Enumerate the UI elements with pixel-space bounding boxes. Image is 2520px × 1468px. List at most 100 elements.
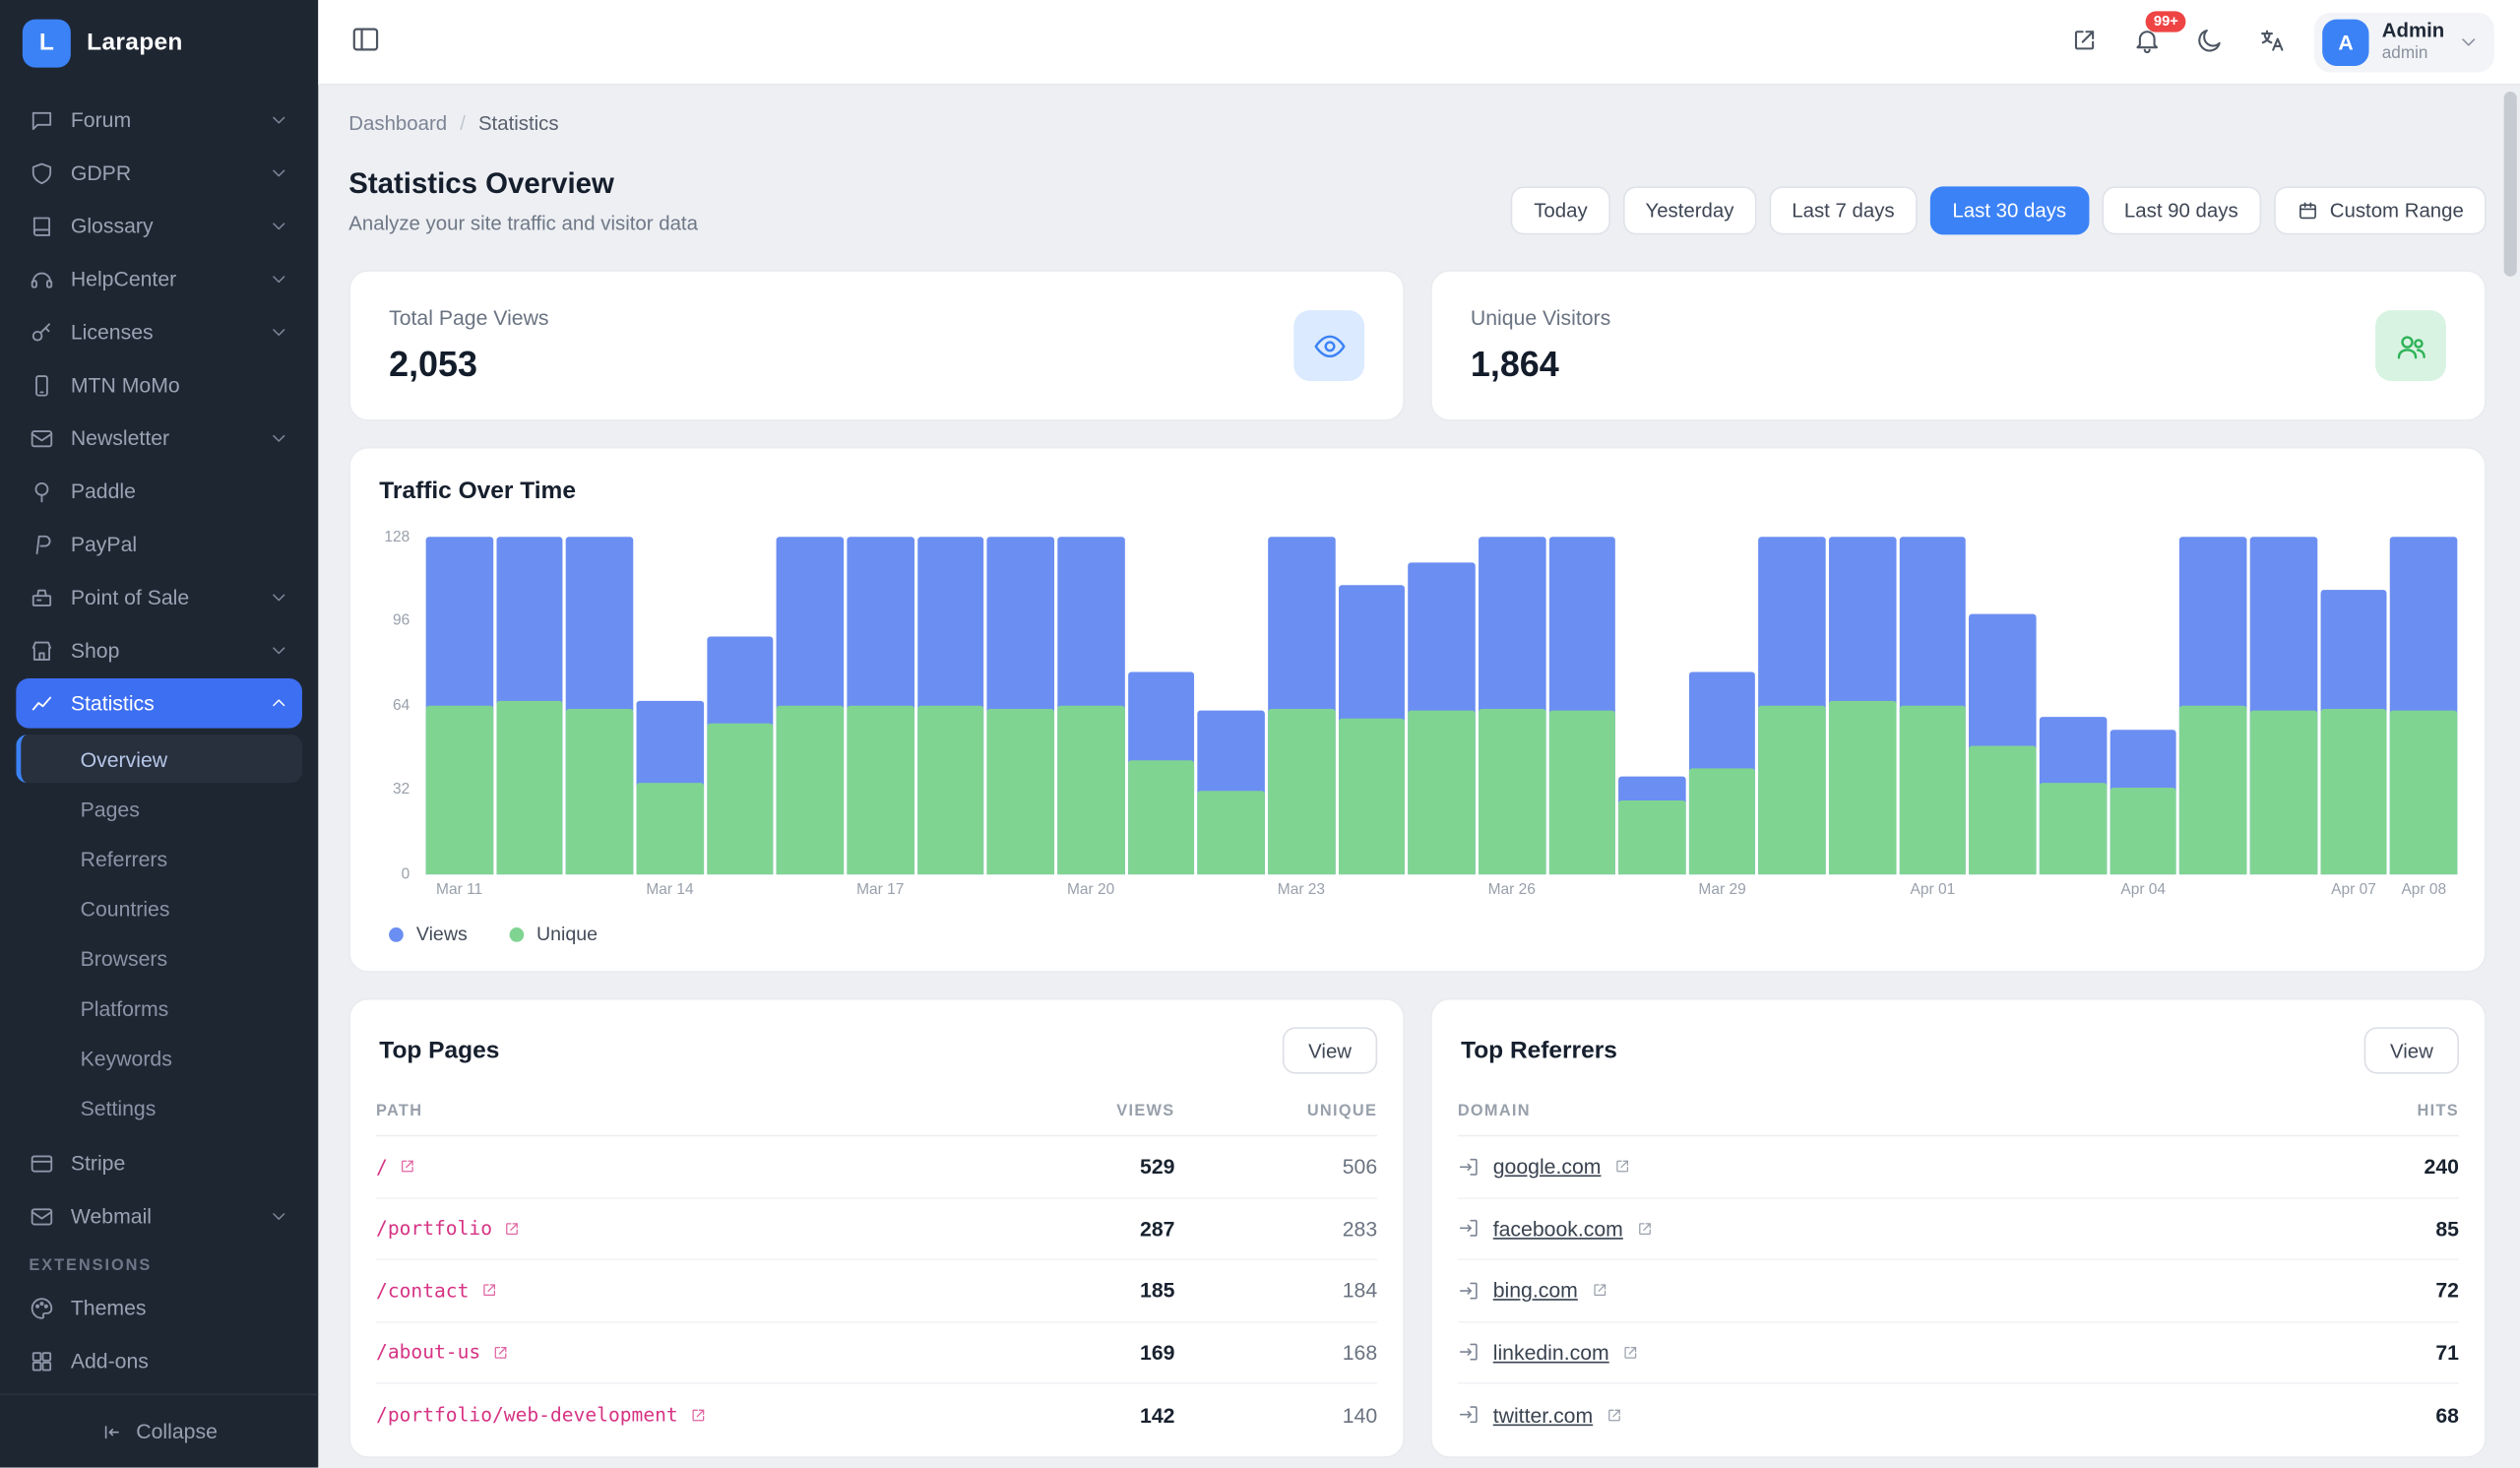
chart-bar-group[interactable] (1127, 537, 1194, 874)
sidebar-item-point-of-sale[interactable]: Point of Sale (16, 572, 302, 622)
chevron-down-icon (269, 162, 289, 183)
chart-bar-group[interactable] (2040, 537, 2107, 874)
brand[interactable]: L Larapen (0, 0, 318, 86)
referrer-domain-link[interactable]: linkedin.com (1493, 1340, 1609, 1364)
chart-bar-group[interactable] (2320, 537, 2387, 874)
range-button-yesterday[interactable]: Yesterday (1623, 186, 1757, 234)
chart-bar-group[interactable] (1689, 537, 1756, 874)
chart-bar-group[interactable] (2180, 537, 2247, 874)
sidebar-item-licenses[interactable]: Licenses (16, 307, 302, 357)
dark-mode-button[interactable] (2189, 19, 2231, 65)
referrer-domain-link[interactable]: bing.com (1493, 1278, 1578, 1302)
scrollbar-thumb[interactable] (2504, 92, 2517, 277)
sidebar-subitem-keywords[interactable]: Keywords (16, 1034, 302, 1082)
sidebar-item-themes[interactable]: Themes (16, 1283, 302, 1333)
chart-bar-group[interactable] (847, 537, 914, 874)
table-row: /portfolio287283 (376, 1198, 1377, 1260)
chart-bar-group[interactable] (636, 537, 703, 874)
sidebar-item-newsletter[interactable]: Newsletter (16, 414, 302, 464)
user-menu[interactable]: A Admin admin (2314, 12, 2494, 71)
sidebar-item-gdpr[interactable]: GDPR (16, 148, 302, 198)
chart-bar-group[interactable] (1548, 537, 1615, 874)
chart-bar-group[interactable] (1970, 537, 2037, 874)
sidebar-item-paypal[interactable]: PayPal (16, 519, 302, 569)
sidebar-subitem-countries[interactable]: Countries (16, 884, 302, 932)
page-path-link[interactable]: /about-us (376, 1341, 1006, 1364)
sidebar-item-label: Themes (71, 1296, 147, 1319)
referrer-domain-link[interactable]: facebook.com (1493, 1217, 1623, 1241)
chart-bar-group[interactable] (496, 537, 563, 874)
sidebar-toggle-button[interactable] (344, 18, 387, 66)
stat-text: Total Page Views2,053 (389, 305, 548, 386)
referrer-external-link[interactable] (1591, 1282, 1608, 1300)
referrer-domain-link[interactable]: google.com (1493, 1155, 1602, 1179)
chart-bar-group[interactable] (1409, 537, 1476, 874)
sidebar-subitem-pages[interactable]: Pages (16, 785, 302, 833)
chart-bar-group[interactable] (1618, 537, 1685, 874)
range-button-custom-range[interactable]: Custom Range (2274, 186, 2487, 234)
top-pages-view-button[interactable]: View (1283, 1027, 1377, 1073)
chart-bar-group[interactable] (2110, 537, 2176, 874)
sidebar-subitem-browsers[interactable]: Browsers (16, 934, 302, 983)
chart-bar-group[interactable] (1479, 537, 1545, 874)
page-path-link[interactable]: / (376, 1155, 1006, 1178)
chart-bar-group[interactable] (1057, 537, 1124, 874)
notifications-button[interactable]: 99+ (2126, 19, 2168, 65)
collapse-button[interactable]: Collapse (0, 1394, 318, 1468)
sidebar-item-statistics[interactable]: Statistics (16, 678, 302, 729)
open-site-button[interactable] (2064, 19, 2106, 65)
page-path-link[interactable]: /contact (376, 1279, 1006, 1302)
page-path-link[interactable]: /portfolio/web-development (376, 1404, 1006, 1427)
sidebar-item-glossary[interactable]: Glossary (16, 201, 302, 251)
unique-bar (1548, 711, 1615, 874)
unique-bar (1970, 745, 2037, 874)
range-button-last-90-days[interactable]: Last 90 days (2102, 186, 2260, 234)
table-row: /about-us169168 (376, 1322, 1377, 1384)
referrer-external-link[interactable] (1614, 1158, 1632, 1176)
sidebar-item-helpcenter[interactable]: HelpCenter (16, 254, 302, 304)
stat-label: Total Page Views (389, 305, 548, 329)
range-button-last-7-days[interactable]: Last 7 days (1769, 186, 1917, 234)
chart-bar-group[interactable] (917, 537, 984, 874)
chart-bar-group[interactable] (2390, 537, 2457, 874)
chart-bar-group[interactable] (707, 537, 774, 874)
sidebar-subitem-overview[interactable]: Overview (16, 734, 302, 783)
shield-icon (29, 160, 54, 185)
sidebar-item-webmail[interactable]: Webmail (16, 1191, 302, 1242)
sidebar-item-stripe[interactable]: Stripe (16, 1138, 302, 1188)
range-button-last-30-days[interactable]: Last 30 days (1930, 186, 2089, 234)
sidebar-item-add-ons[interactable]: Add-ons (16, 1336, 302, 1386)
chart-bar-group[interactable] (2250, 537, 2317, 874)
moon-icon (2195, 25, 2224, 58)
chart-bar-group[interactable] (566, 537, 633, 874)
range-button-today[interactable]: Today (1511, 186, 1609, 234)
sidebar-item-paddle[interactable]: Paddle (16, 466, 302, 516)
language-button[interactable] (2252, 19, 2294, 65)
sidebar-item-shop[interactable]: Shop (16, 625, 302, 675)
sidebar-subitem-referrers[interactable]: Referrers (16, 834, 302, 882)
chart-y-axis: 0326496128 (376, 537, 424, 874)
chart-bar-group[interactable] (1198, 537, 1265, 874)
referrer-external-link[interactable] (1636, 1220, 1654, 1238)
sidebar-subitem-settings[interactable]: Settings (16, 1083, 302, 1131)
chart-bar-group[interactable] (1268, 537, 1335, 874)
chart-bar-group[interactable] (1899, 537, 1966, 874)
page-path-link[interactable]: /portfolio (376, 1217, 1006, 1240)
chart-bar-group[interactable] (777, 537, 844, 874)
sidebar-item-mtn-momo[interactable]: MTN MoMo (16, 360, 302, 411)
sidebar-item-forum[interactable]: Forum (16, 95, 302, 145)
referrer-external-link[interactable] (1622, 1343, 1640, 1361)
referrer-external-link[interactable] (1606, 1406, 1623, 1424)
chart-bar-group[interactable] (1759, 537, 1826, 874)
page-path: /contact (376, 1279, 469, 1302)
top-referrers-view-button[interactable]: View (2364, 1027, 2459, 1073)
chart-bar-group[interactable] (426, 537, 493, 874)
chart-bar-group[interactable] (987, 537, 1054, 874)
chart-bar-group[interactable] (1338, 537, 1405, 874)
referrer-domain-link[interactable]: twitter.com (1493, 1403, 1593, 1427)
users-icon (2394, 329, 2427, 362)
chevron-down-icon (269, 109, 289, 130)
sidebar-subitem-platforms[interactable]: Platforms (16, 984, 302, 1032)
breadcrumb-dashboard[interactable]: Dashboard (348, 112, 447, 135)
chart-bar-group[interactable] (1829, 537, 1896, 874)
